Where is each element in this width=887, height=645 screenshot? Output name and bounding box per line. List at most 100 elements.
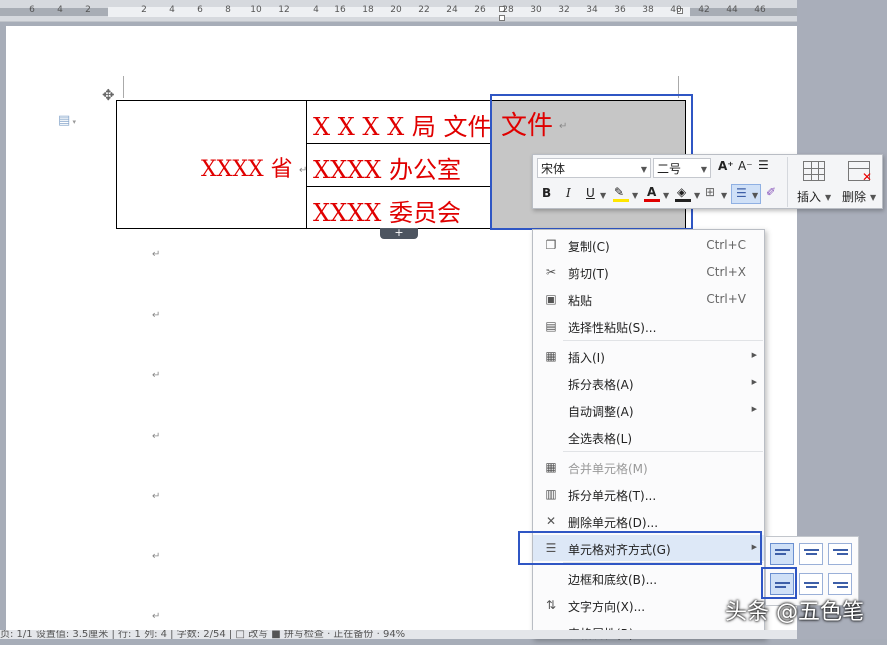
table-move-handle-icon[interactable]: ✥ (102, 86, 115, 104)
ruler-tick-label: 4 (169, 5, 175, 15)
chevron-down-icon[interactable]: ▼ (721, 191, 727, 200)
table-delete-icon: ✕ (848, 161, 872, 184)
align-top-center-button[interactable] (799, 543, 823, 565)
underline-button[interactable]: U (586, 186, 595, 200)
context-menu-item-label: 文字方向(X)... (568, 600, 646, 614)
watermark: 头条 @五色笔 (725, 600, 864, 625)
context-menu-item[interactable]: ▤ 选择性粘贴(S)... (533, 313, 764, 339)
menu-separator (563, 451, 763, 452)
status-text: 页: 1/1 设置值: 3.5厘米 | 行: 1 列: 4 | 字数: 2/54… (0, 630, 406, 639)
ruler-tick-label: 30 (530, 5, 542, 15)
context-menu-item-label: 删除单元格(D)... (568, 516, 659, 530)
add-row-button[interactable]: + (380, 227, 418, 239)
italic-button[interactable]: I (566, 186, 571, 200)
ruler-tick-label: 10 (250, 5, 262, 15)
shading-icon[interactable]: ◈ (675, 185, 691, 202)
delete-table-button[interactable]: ✕ 删除 ▼ (837, 157, 881, 207)
ruler-tick-label: 38 (642, 5, 654, 15)
text-direction-icon: ⇅ (545, 598, 557, 612)
chevron-down-icon: ▼ (825, 193, 832, 202)
highlight-rect-cell-align (518, 531, 762, 565)
ruler-tick-label: 28 (502, 5, 514, 15)
context-menu-item[interactable]: ❐ 复制(C) Ctrl+C (533, 232, 764, 258)
ruler-indent-marker[interactable] (499, 15, 505, 21)
ruler-tick-label: 4 (313, 5, 319, 15)
highlight-icon[interactable]: ✎ (613, 185, 629, 202)
ruler-tick-label: 20 (390, 5, 402, 15)
submenu-arrow-icon: ▶ (751, 378, 757, 386)
paragraph-mark: ↵ (152, 310, 161, 321)
paragraph-mark: ↵ (152, 249, 161, 260)
paragraph-mark: ↵ (152, 431, 161, 442)
context-menu-item[interactable]: 拆分表格(A) ▶ (533, 370, 764, 396)
context-menu-item[interactable]: ▣ 粘贴 Ctrl+V (533, 286, 764, 312)
table-cell-row2[interactable]: XXXX 办公室 (306, 143, 492, 187)
ruler-tick-label: 36 (614, 5, 626, 15)
menu-separator (563, 340, 763, 341)
context-menu-item[interactable]: 自动调整(A) ▶ (533, 397, 764, 423)
table-cell-row1[interactable]: X X X X 局 文件 (306, 100, 492, 144)
table-cell-left[interactable]: XXXX 省 ↵ (116, 100, 307, 229)
chevron-down-icon[interactable]: ▼ (663, 191, 669, 200)
chevron-down-icon[interactable]: ▼ (694, 191, 700, 200)
align-middle-center-button[interactable] (799, 573, 823, 595)
chevron-down-icon[interactable]: ▼ (600, 191, 606, 200)
align-top-left-button[interactable] (770, 543, 794, 565)
grow-font-button[interactable]: A⁺ (718, 159, 734, 173)
context-menu-item-label: 插入(I) (568, 351, 605, 365)
eraser-icon[interactable]: ✐ (766, 185, 776, 199)
copy-icon: ❐ (545, 238, 557, 252)
font-color-icon[interactable]: A (644, 185, 660, 202)
align-button[interactable]: ☰ ▼ (731, 184, 761, 204)
font-name-select[interactable]: 宋体 ▼ (537, 158, 651, 178)
shading-color-bar (675, 199, 691, 202)
document-icon[interactable]: ▤ ▾ (58, 113, 76, 128)
insert-table-button[interactable]: 插入 ▼ (793, 157, 835, 207)
font-size-select[interactable]: 二号 ▼ (653, 158, 711, 178)
ruler-tick-label: 24 (446, 5, 458, 15)
chevron-down-icon: ▼ (870, 193, 877, 202)
chevron-down-icon: ▼ (640, 165, 647, 174)
align-top-right-button[interactable] (828, 543, 852, 565)
font-name-value: 宋体 (541, 162, 566, 176)
paste-icon: ▣ (545, 292, 557, 306)
line-spacing-icon[interactable]: ☰ (758, 158, 769, 172)
context-menu-item-label: 边框和底纹(B)... (568, 573, 658, 587)
context-menu-item[interactable]: ▦ 插入(I) ▶ (533, 343, 764, 369)
ruler-tick-label: 6 (29, 5, 35, 15)
status-bar: 页: 1/1 设置值: 3.5厘米 | 行: 1 列: 4 | 字数: 2/54… (0, 630, 797, 639)
merge-cells-icon: ▦ (545, 460, 557, 474)
context-menu-item[interactable]: 边框和底纹(B)... (533, 565, 764, 591)
mini-toolbar: 宋体 ▼ 二号 ▼ A⁺ A⁻ ☰ B I U ▼ ✎ ▼ A ▼ ◈ ▼ ⊞ ▼ … (532, 154, 883, 209)
context-menu-item[interactable]: ▦ 合并单元格(M) (533, 454, 764, 480)
bold-button[interactable]: B (542, 186, 551, 200)
page-corner-mark (123, 76, 124, 98)
horizontal-ruler[interactable]: 6 4 2 2 4 6 8 10 12 4 16 18 20 22 24 26 28 30 32 34 36 38 40 42… (0, 0, 797, 22)
chevron-down-icon[interactable]: ▼ (632, 191, 638, 200)
ruler-tick-label: 44 (726, 5, 738, 15)
context-menu-item[interactable]: 全选表格(L) (533, 424, 764, 450)
table-insert-icon: ▦ (545, 349, 557, 363)
ruler-tick-label: 40 (670, 5, 682, 15)
ruler-tick-label: 26 (474, 5, 486, 15)
chevron-down-icon: ▼ (700, 165, 707, 174)
pen-icon: ✎ (614, 185, 625, 199)
paragraph-mark: ↵ (152, 370, 161, 381)
shrink-font-button[interactable]: A⁻ (738, 159, 753, 173)
delete-cells-icon: ✕ (545, 514, 557, 528)
paint-bucket-icon: ◈ (677, 185, 687, 199)
context-menu-shortcut: Ctrl+X (706, 265, 746, 279)
table-cell-row3[interactable]: XXXX 委员会 (306, 186, 492, 229)
context-menu-item[interactable]: ▥ 拆分单元格(T)... (533, 481, 764, 507)
context-menu-item[interactable]: ✂ 剪切(T) Ctrl+X (533, 259, 764, 285)
ruler-tick-label: 12 (278, 5, 290, 15)
context-menu-item-label: 粘贴 (568, 294, 593, 308)
delete-label: 删除 (842, 190, 867, 204)
align-middle-right-button[interactable] (828, 573, 852, 595)
ruler-tick-label: 16 (334, 5, 346, 15)
submenu-arrow-icon: ▶ (751, 405, 757, 413)
submenu-arrow-icon: ▶ (751, 351, 757, 359)
context-menu-item-label: 自动调整(A) (568, 405, 634, 419)
borders-icon[interactable]: ⊞ (705, 185, 715, 199)
context-menu-item-label: 复制(C) (568, 240, 610, 254)
